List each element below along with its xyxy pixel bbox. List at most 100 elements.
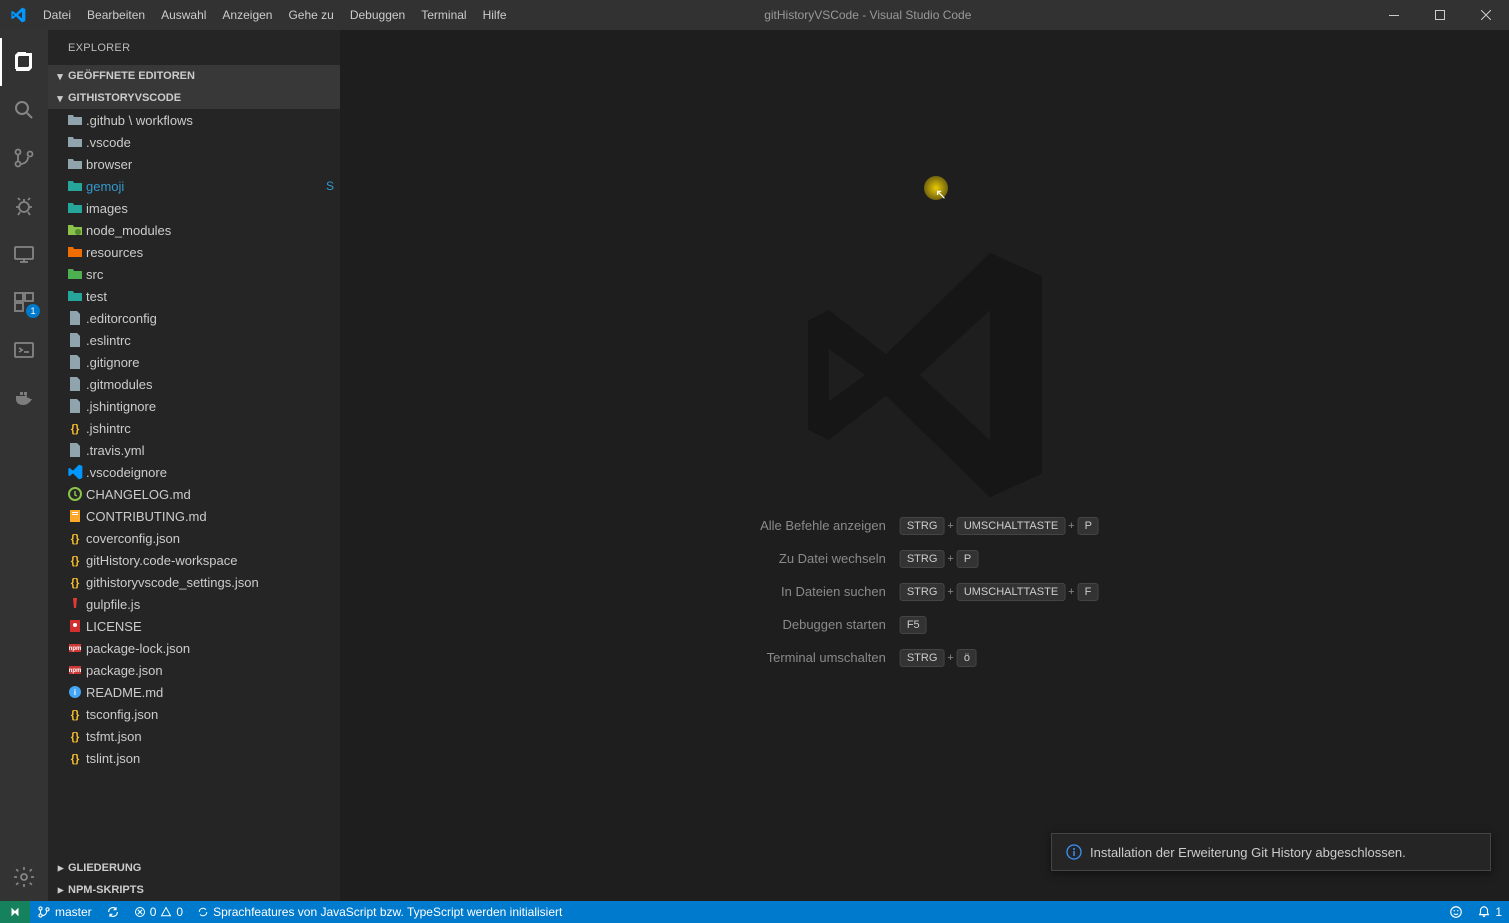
tree-item[interactable]: gulpfile.js [48,593,340,615]
chevron-right-icon: ▾ [54,860,67,876]
menubar: Datei Bearbeiten Auswahl Anzeigen Gehe z… [35,0,515,30]
file-label: gemoji [86,179,320,194]
tree-item[interactable]: .jshintignore [48,395,340,417]
section-open-editors[interactable]: ▾ GEÖFFNETE EDITOREN [48,65,340,87]
tree-item[interactable]: .github \ workflows [48,109,340,131]
tree-item[interactable]: .vscodeignore [48,461,340,483]
activity-debug[interactable] [0,182,48,230]
tree-item[interactable]: .gitignore [48,351,340,373]
svg-text:{}: {} [71,709,80,721]
tree-item[interactable]: {}.jshintrc [48,417,340,439]
tree-item[interactable]: {}tsfmt.json [48,725,340,747]
file-label: .jshintrc [86,421,320,436]
file-label: gulpfile.js [86,597,320,612]
status-sync[interactable] [99,901,127,923]
maximize-button[interactable] [1417,0,1463,30]
statusbar: master 0 0 Sprachfeatures von JavaScript… [0,901,1509,923]
activity-remote[interactable] [0,230,48,278]
status-problems[interactable]: 0 0 [127,901,190,923]
file-icon: {} [64,574,86,590]
menu-bearbeiten[interactable]: Bearbeiten [79,0,153,30]
shortcut-keys: STRG+UMSCHALTTASTE+P [898,509,1101,542]
file-tree[interactable]: .github \ workflows .vscode browser gemojiS… [48,109,340,857]
section-npm[interactable]: ▾ NPM-SKRIPTS [48,879,340,901]
file-icon [64,200,86,216]
file-label: browser [86,157,320,172]
activity-console[interactable] [0,326,48,374]
file-label: .editorconfig [86,311,320,326]
file-icon [64,222,86,238]
file-icon [64,332,86,348]
file-label: .github \ workflows [86,113,320,128]
cursor-icon: ↖ [935,186,947,203]
activity-extensions[interactable]: 1 [0,278,48,326]
window-title: gitHistoryVSCode - Visual Studio Code [515,8,1371,22]
lang-status-text: Sprachfeatures von JavaScript bzw. TypeS… [213,905,562,919]
section-project[interactable]: ▾ GITHISTORYVSCODE [48,87,340,109]
tree-item[interactable]: resources [48,241,340,263]
tree-item[interactable]: .travis.yml [48,439,340,461]
status-feedback[interactable] [1442,901,1470,923]
file-label: package.json [86,663,320,678]
activity-settings[interactable] [0,853,48,901]
activity-search[interactable] [0,86,48,134]
menu-hilfe[interactable]: Hilfe [475,0,515,30]
tree-item[interactable]: node_modules [48,219,340,241]
tree-item[interactable]: browser [48,153,340,175]
tree-item[interactable]: CONTRIBUTING.md [48,505,340,527]
status-language-loading[interactable]: Sprachfeatures von JavaScript bzw. TypeS… [190,901,569,923]
menu-anzeigen[interactable]: Anzeigen [214,0,280,30]
status-bell[interactable]: 1 [1470,901,1509,923]
file-icon [64,442,86,458]
tree-item[interactable]: images [48,197,340,219]
shortcut-keys: STRG+ö [898,641,1101,674]
tree-item[interactable]: gemojiS [48,175,340,197]
tree-item[interactable]: iREADME.md [48,681,340,703]
file-icon: {} [64,750,86,766]
tree-item[interactable]: npmpackage.json [48,659,340,681]
activity-scm[interactable] [0,134,48,182]
file-status: S [320,179,340,193]
activity-docker[interactable] [0,374,48,422]
tree-item[interactable]: .eslintrc [48,329,340,351]
svg-text:npm: npm [69,646,82,652]
file-label: package-lock.json [86,641,320,656]
info-icon [1066,844,1082,860]
activity-explorer[interactable] [0,38,48,86]
menu-debuggen[interactable]: Debuggen [342,0,413,30]
tree-item[interactable]: src [48,263,340,285]
notification-toast[interactable]: Installation der Erweiterung Git History… [1051,833,1491,871]
tree-item[interactable]: .vscode [48,131,340,153]
section-outline[interactable]: ▾ GLIEDERUNG [48,857,340,879]
menu-auswahl[interactable]: Auswahl [153,0,214,30]
tree-item[interactable]: {}gitHistory.code-workspace [48,549,340,571]
tree-item[interactable]: test [48,285,340,307]
app-logo [0,7,35,23]
sidebar-title: EXPLORER [48,30,340,65]
file-icon [64,354,86,370]
tree-item[interactable]: {}coverconfig.json [48,527,340,549]
tree-item[interactable]: CHANGELOG.md [48,483,340,505]
tree-item[interactable]: npm package-lock.json [48,637,340,659]
minimize-button[interactable] [1371,0,1417,30]
menu-gehezu[interactable]: Gehe zu [280,0,341,30]
file-label: .gitignore [86,355,320,370]
file-icon: {} [64,706,86,722]
tree-item[interactable]: .gitmodules [48,373,340,395]
shortcut-row: Terminal umschaltenSTRG+ö [748,641,1101,674]
menu-terminal[interactable]: Terminal [413,0,474,30]
vscode-watermark [795,245,1055,505]
tree-item[interactable]: {}githistoryvscode_settings.json [48,571,340,593]
tree-item[interactable]: LICENSE [48,615,340,637]
file-icon [64,134,86,150]
tree-item[interactable]: {}tslint.json [48,747,340,769]
tree-item[interactable]: .editorconfig [48,307,340,329]
tree-item[interactable]: {}tsconfig.json [48,703,340,725]
svg-text:{}: {} [71,731,80,743]
status-branch[interactable]: master [30,901,99,923]
file-icon [64,112,86,128]
close-button[interactable] [1463,0,1509,30]
status-remote[interactable] [0,901,30,923]
file-icon [64,596,86,612]
menu-datei[interactable]: Datei [35,0,79,30]
